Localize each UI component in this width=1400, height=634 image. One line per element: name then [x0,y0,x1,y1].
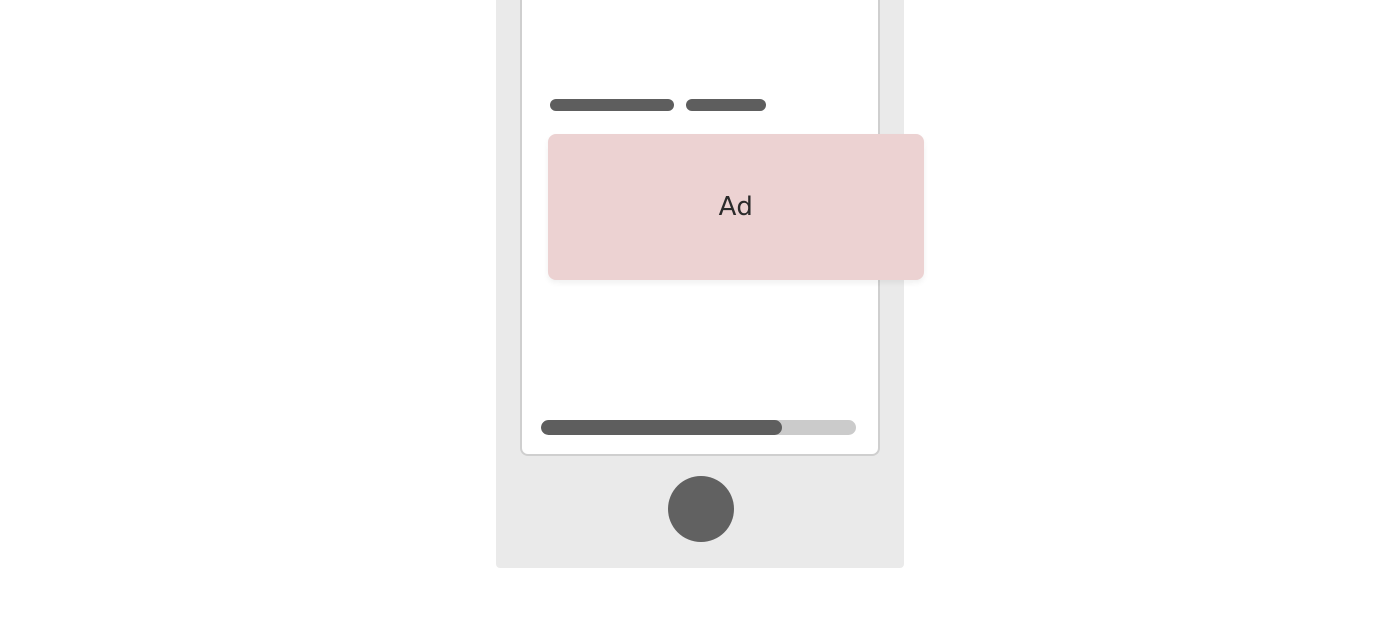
progress-bar [541,420,856,435]
progress-bar-fill [541,420,782,435]
stage: Ad [0,0,1400,634]
home-button[interactable] [668,476,734,542]
placeholder-text-line [550,99,674,111]
ad-banner[interactable]: Ad [548,134,924,280]
ad-label: Ad [718,192,754,222]
placeholder-text-line [686,99,766,111]
